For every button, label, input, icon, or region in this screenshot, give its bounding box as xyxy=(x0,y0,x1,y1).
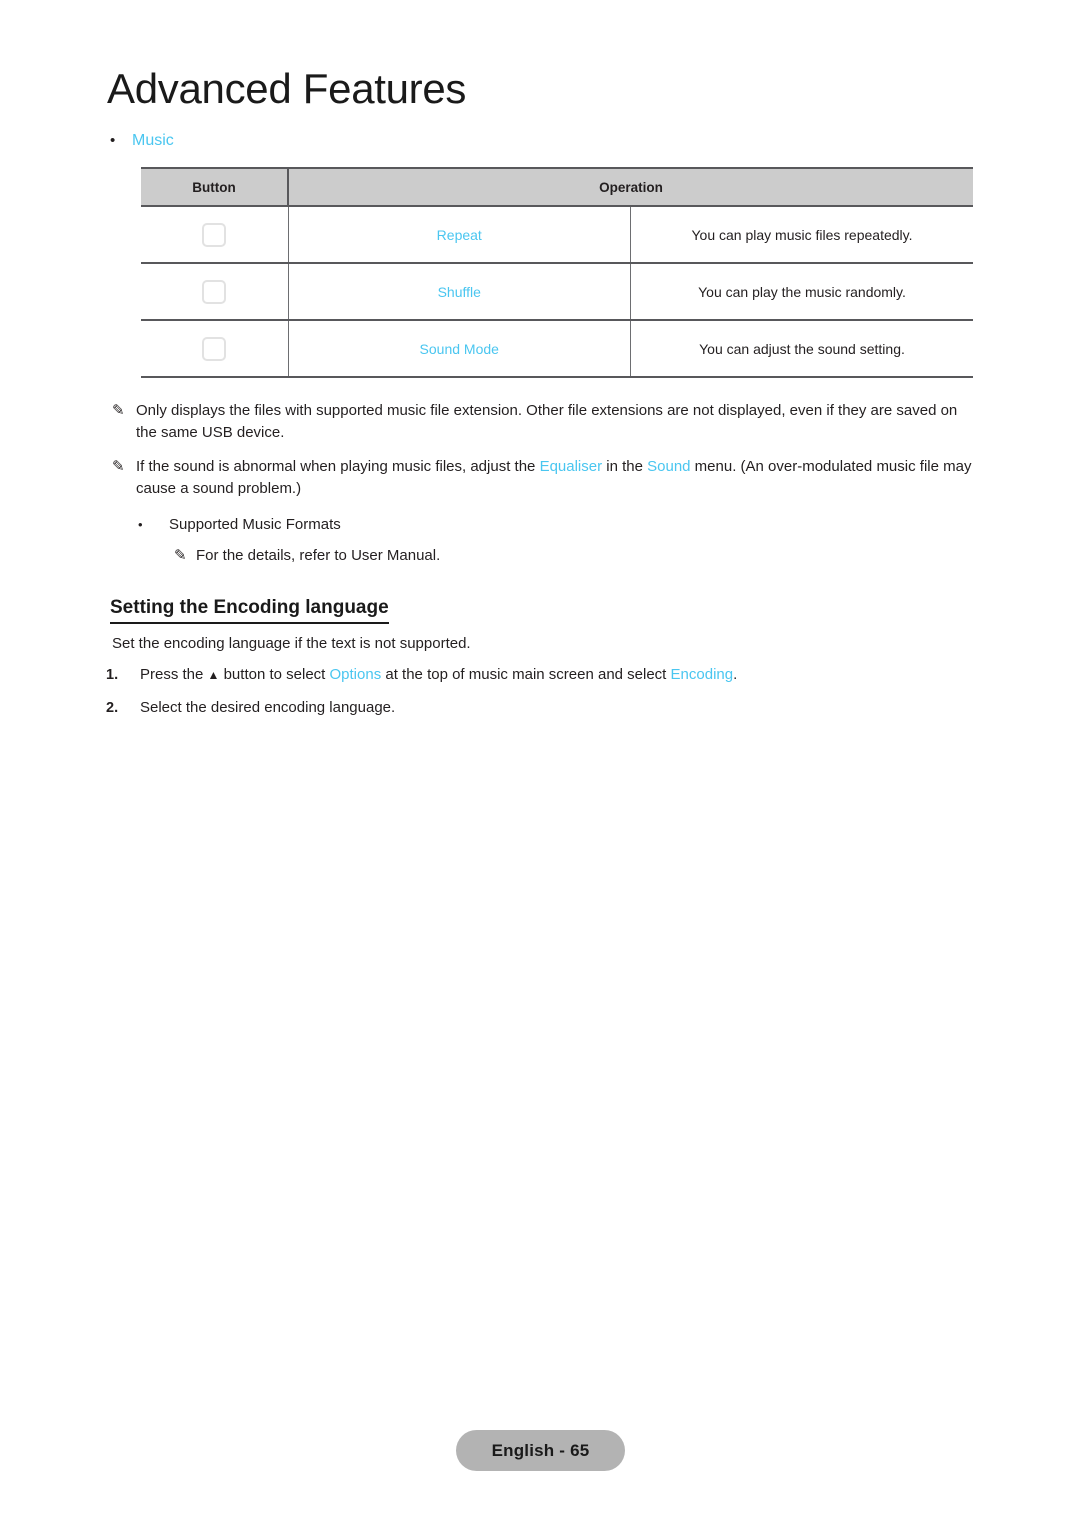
step-item: 1. Press the ▲ button to select Options a… xyxy=(106,664,976,686)
table-row: Repeat You can play music files repeated… xyxy=(141,206,973,264)
table-header: Button Operation xyxy=(141,167,973,207)
button-operation-table: Button Operation Repeat You can play mus… xyxy=(141,167,973,378)
page-indicator: English - 65 xyxy=(456,1430,625,1471)
cell-button-icon xyxy=(141,263,289,321)
table-row: Sound Mode You can adjust the sound sett… xyxy=(141,320,973,378)
manual-page: Advanced Features • Music Button Operati… xyxy=(0,0,1080,1519)
cell-operation-label: Sound Mode xyxy=(288,320,631,378)
sub-bullet-label: Supported Music Formats xyxy=(169,516,341,533)
step-text-segment: Select the desired encoding language. xyxy=(140,699,396,716)
section-label: Music xyxy=(132,132,174,149)
remote-key-button-icon xyxy=(202,336,227,361)
cell-operation-label: Shuffle xyxy=(288,263,631,321)
sub-note-item: ✎ For the details, refer to User Manual. xyxy=(112,545,982,567)
encoding-intro-text: Set the encoding language if the text is… xyxy=(112,635,471,652)
remote-key-button-icon xyxy=(202,279,227,304)
notes-block: ✎ Only displays the files with supported… xyxy=(112,400,982,567)
bullet-icon: • xyxy=(138,517,143,532)
step-number: 1. xyxy=(106,667,119,683)
remote-key-button-icon xyxy=(202,222,227,247)
bullet-icon: • xyxy=(110,132,116,149)
page-title: Advanced Features xyxy=(107,65,467,112)
note-text-segment: If the sound is abnormal when playing mu… xyxy=(136,458,540,475)
cell-operation-label: Repeat xyxy=(288,206,631,264)
table-row: Shuffle You can play the music randomly. xyxy=(141,263,973,321)
column-header-button: Button xyxy=(141,167,289,207)
cell-operation-description: You can play music files repeatedly. xyxy=(630,206,973,264)
cell-operation-description: You can adjust the sound setting. xyxy=(630,320,973,378)
step-item: 2. Select the desired encoding language. xyxy=(106,697,976,719)
step-link-encoding: Encoding xyxy=(670,666,734,683)
step-number: 2. xyxy=(106,700,119,716)
pencil-icon: ✎ xyxy=(112,402,125,419)
step-text-segment: . xyxy=(733,666,738,683)
note-text: Only displays the files with supported m… xyxy=(136,402,958,441)
sub-note-text: For the details, refer to User Manual. xyxy=(196,547,441,564)
encoding-steps-list: 1. Press the ▲ button to select Options a… xyxy=(106,664,976,730)
note-item: ✎ Only displays the files with supported… xyxy=(112,400,982,444)
cell-button-icon xyxy=(141,320,289,378)
note-item: ✎ If the sound is abnormal when playing … xyxy=(112,456,982,500)
step-text-segment: Press the xyxy=(140,666,208,683)
column-header-operation: Operation xyxy=(288,167,973,207)
section-heading-music: • Music xyxy=(110,132,174,150)
note-text-segment: in the xyxy=(602,458,648,475)
table-header-row: Button Operation xyxy=(141,167,973,207)
step-link-options: Options xyxy=(329,666,382,683)
sub-bullet-item: • Supported Music Formats xyxy=(112,514,982,536)
cell-operation-description: You can play the music randomly. xyxy=(630,263,973,321)
pencil-icon: ✎ xyxy=(174,547,187,564)
step-text-segment: button to select xyxy=(219,666,330,683)
section-heading-encoding: Setting the Encoding language xyxy=(110,597,389,624)
note-link-sound: Sound xyxy=(647,458,691,475)
cell-button-icon xyxy=(141,206,289,264)
table-body: Repeat You can play music files repeated… xyxy=(141,206,973,378)
step-text-segment: at the top of music main screen and sele… xyxy=(381,666,671,683)
note-link-equaliser: Equaliser xyxy=(539,458,603,475)
pencil-icon: ✎ xyxy=(112,458,125,475)
triangle-up-icon: ▲ xyxy=(207,668,220,682)
